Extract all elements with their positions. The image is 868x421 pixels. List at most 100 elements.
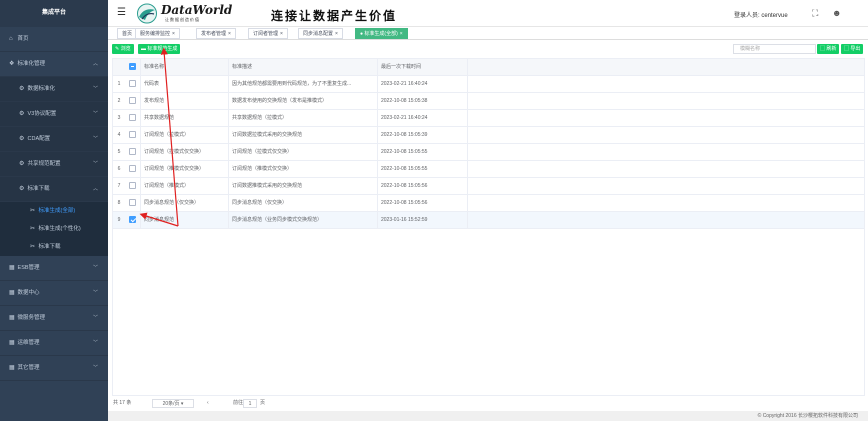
page-input[interactable]: 1 xyxy=(243,399,257,408)
login-user[interactable]: 登录人员: centervue xyxy=(734,10,788,19)
chevron-down-icon: ﹀ xyxy=(92,111,98,117)
sidebar-item-data-center[interactable]: ▦ 数据中心 ﹀ xyxy=(0,281,108,306)
row-number: 9 xyxy=(117,217,121,223)
standard-description-cell: 共享数据规范（拉模式） xyxy=(228,110,377,126)
chevron-up-icon: ︿ xyxy=(92,186,98,192)
sidebar-item-label: CDA配置 xyxy=(27,136,51,142)
tab-publisher-management[interactable]: 发布者管理 × xyxy=(196,28,236,39)
standard-description-cell: 订阅数据推模式采用的交换规范 xyxy=(228,178,377,194)
sidebar-item-label: 标准生成(个性化) xyxy=(38,226,81,232)
last-download-time-cell: 2022-10-08 15:05:56 xyxy=(377,178,467,194)
row-checkbox[interactable] xyxy=(129,148,136,155)
gear-icon: ⚙ xyxy=(19,186,25,192)
close-icon[interactable]: × xyxy=(280,31,283,37)
column-filler xyxy=(467,195,864,211)
table-row[interactable]: 9 同步消息规范 同步消息规范（业务同步模式交换规范） 2023-01-16 15:5… xyxy=(113,212,864,229)
table-header-row: 标准名称 标准描述 最后一次下载时间 xyxy=(113,59,864,76)
sidebar-item-other[interactable]: ▦ 其它管理 ﹀ xyxy=(0,356,108,381)
tab-service-orchestration[interactable]: 服务编排监控 × xyxy=(135,28,180,39)
standard-description-cell: 同步消息规范（仅交换） xyxy=(228,195,377,211)
sidebar-item-standard-download-group[interactable]: ⚙ 标准下载 ︿ xyxy=(0,177,108,202)
close-icon[interactable]: × xyxy=(335,31,338,37)
sidebar-item-label: ESB管理 xyxy=(17,265,40,271)
last-download-time-cell: 2022-10-08 15:05:39 xyxy=(377,127,467,143)
row-checkbox[interactable] xyxy=(129,216,136,223)
wrench-icon: ✂ xyxy=(30,226,36,232)
header-slogan: 连接让数据产生价值 xyxy=(271,9,398,23)
row-checkbox[interactable] xyxy=(129,131,136,138)
close-icon[interactable]: × xyxy=(228,31,231,37)
generate-spec-button[interactable]: ▬ 标准规范生成 xyxy=(138,44,181,54)
tab-label: 订阅者管理 xyxy=(253,31,279,37)
column-filler xyxy=(467,59,864,75)
standard-name-cell: 订阅规范（推模式仅交换） xyxy=(140,161,228,177)
row-select-cell xyxy=(125,127,140,143)
sidebar-item-data-standardization[interactable]: ⚙ 数据标准化 ﹀ xyxy=(0,77,108,102)
browse-button[interactable]: ✎ 浏览 xyxy=(112,44,134,54)
sidebar-item-label: 标准下载 xyxy=(38,244,61,250)
row-number: 3 xyxy=(117,115,121,121)
sidebar-item-share-spec-config[interactable]: ⚙ 共享规范配置 ﹀ xyxy=(0,152,108,177)
table-row[interactable]: 7 订阅规范（推模式） 订阅数据推模式采用的交换规范 2022-10-08 15:05… xyxy=(113,178,864,195)
button-label: 导出 xyxy=(850,46,861,52)
last-download-time-cell: 2023-01-16 15:52:59 xyxy=(377,212,467,228)
row-checkbox[interactable] xyxy=(129,97,136,104)
table-row[interactable]: 5 订阅规范（拉模式仅交换） 订阅规范（拉模式仅交换） 2022-10-08 15:0… xyxy=(113,144,864,161)
grid-icon: ▦ xyxy=(9,290,15,296)
sidebar-item-standard-download[interactable]: ✂ 标准下载 xyxy=(0,238,108,256)
sidebar-item-generate-all[interactable]: ✂ 标准生成(全部) xyxy=(0,202,108,220)
last-download-time-cell: 2022-10-08 15:05:55 xyxy=(377,144,467,160)
select-all-checkbox[interactable] xyxy=(129,63,136,70)
standard-name-cell: 同步消息规范 xyxy=(140,212,228,228)
button-label: 浏览 xyxy=(120,46,131,52)
close-icon[interactable]: × xyxy=(400,31,403,37)
tab-sync-message-config[interactable]: 同步消息配置 × xyxy=(298,28,343,39)
home-icon: ⌂ xyxy=(9,36,13,42)
sidebar-item-ops[interactable]: ▦ 运维管理 ﹀ xyxy=(0,331,108,356)
sidebar-item-label: 运维管理 xyxy=(17,340,40,346)
sidebar-item-microservice[interactable]: ▦ 微服务管理 ﹀ xyxy=(0,306,108,331)
chevron-down-icon: ﹀ xyxy=(92,265,98,271)
row-checkbox[interactable] xyxy=(129,165,136,172)
close-icon[interactable]: × xyxy=(172,31,175,37)
column-header-description[interactable]: 标准描述 xyxy=(228,59,377,75)
table-row[interactable]: 6 订阅规范（推模式仅交换） 订阅规范（推模式仅交换） 2022-10-08 15:0… xyxy=(113,161,864,178)
sidebar-item-esb[interactable]: ▦ ESB管理 ﹀ xyxy=(0,256,108,281)
table-row[interactable]: 8 同步消息规范（仅交换） 同步消息规范（仅交换） 2022-10-08 15:05:… xyxy=(113,195,864,212)
footer-copyright: © Copyright 2016 长沙樱拓软件科技有限公司 xyxy=(108,411,868,421)
user-avatar-icon[interactable]: ☻ xyxy=(832,8,841,18)
refresh-button[interactable]: ▢ 刷新 xyxy=(817,44,840,54)
tab-label: 标准生成(全部) xyxy=(364,31,398,37)
search-input[interactable]: 模糊名称 xyxy=(733,44,816,54)
row-select-cell xyxy=(125,161,140,177)
tab-generate-all[interactable]: ● 标准生成(全部) × xyxy=(355,28,408,39)
hamburger-menu-icon[interactable]: ☰ xyxy=(117,8,126,18)
wrench-icon: ✂ xyxy=(30,208,36,214)
row-checkbox[interactable] xyxy=(129,114,136,121)
sidebar-item-label: 标准化管理 xyxy=(17,61,46,67)
prev-page-button[interactable]: ‹ xyxy=(207,399,209,408)
column-header-last-download[interactable]: 最后一次下载时间 xyxy=(377,59,467,75)
sidebar-brand: 集成平台 xyxy=(0,0,108,27)
sidebar-item-generate-custom[interactable]: ✂ 标准生成(个性化) xyxy=(0,220,108,238)
table-row[interactable]: 1 代码表 因为其他规范都需要用到代码规范，为了不重复生成... 2023-02-21… xyxy=(113,76,864,93)
tab-home[interactable]: 首页 xyxy=(117,28,138,39)
export-button[interactable]: ▢ 导出 xyxy=(841,44,864,54)
tab-subscriber-management[interactable]: 订阅者管理 × xyxy=(248,28,288,39)
row-checkbox[interactable] xyxy=(129,80,136,87)
column-header-name[interactable]: 标准名称 xyxy=(140,59,228,75)
tab-label: 同步消息配置 xyxy=(303,31,334,37)
button-label: 刷新 xyxy=(826,46,837,52)
sidebar-item-standard-management[interactable]: ❖ 标准化管理 ︿ xyxy=(0,52,108,77)
sidebar-item-v3-config[interactable]: ⚙ V3协议配置 ﹀ xyxy=(0,102,108,127)
table-row[interactable]: 2 发布规范 数据发布使用的交换规范（发布是推模式） 2022-10-08 15:05… xyxy=(113,93,864,110)
chevron-down-icon: ﹀ xyxy=(92,161,98,167)
table-row[interactable]: 3 共享数据规范 共享数据规范（拉模式） 2023-02-21 16:40:24 xyxy=(113,110,864,127)
sidebar-item-cda-config[interactable]: ⚙ CDA配置 ﹀ xyxy=(0,127,108,152)
fullscreen-icon[interactable]: ⛶ xyxy=(812,8,818,18)
row-checkbox[interactable] xyxy=(129,182,136,189)
sidebar-item-home[interactable]: ⌂ 首页 xyxy=(0,27,108,52)
row-checkbox[interactable] xyxy=(129,199,136,206)
table-row[interactable]: 4 订阅规范（拉模式） 订阅数据拉模式采用的交换规范 2022-10-08 15:05… xyxy=(113,127,864,144)
page-size-select[interactable]: 20条/页 ▾ xyxy=(152,399,194,408)
